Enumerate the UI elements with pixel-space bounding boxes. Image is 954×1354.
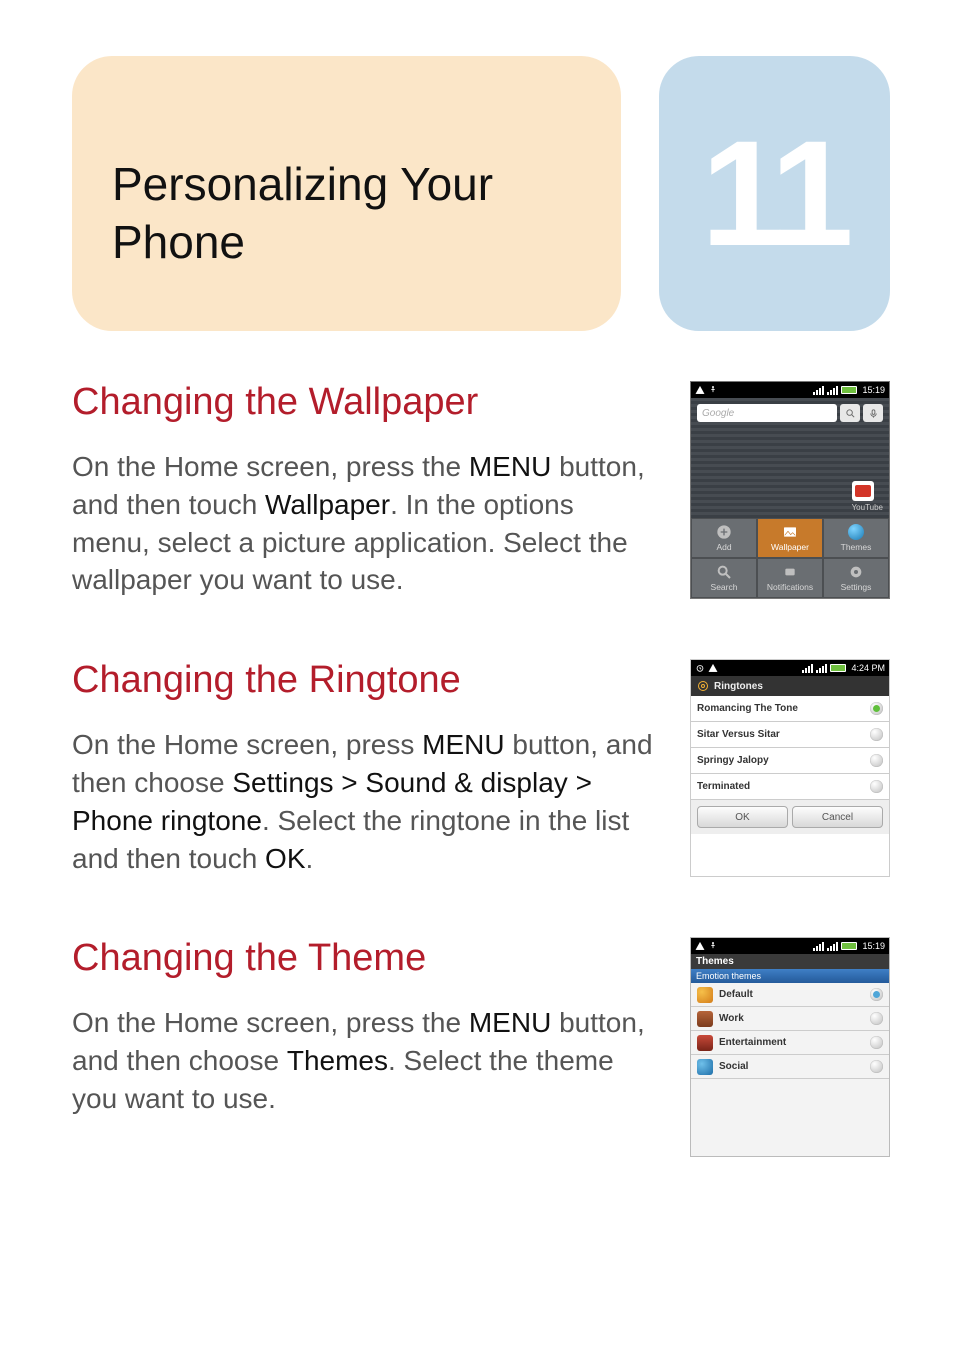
cancel-button[interactable]: Cancel [792, 806, 883, 828]
menu-notifications[interactable]: Notifications [757, 558, 823, 598]
signal-icon [816, 664, 827, 673]
youtube-label: YouTube [852, 503, 883, 512]
wallpaper-body: On the Home screen, press the MENU butto… [72, 448, 658, 599]
chapter-title: Personalizing Your Phone [112, 156, 581, 271]
signal-3g-icon [813, 942, 824, 951]
theme-entertainment-icon [697, 1035, 713, 1051]
signal-icon [827, 386, 838, 395]
status-bar: 4:24 PM [691, 660, 889, 676]
menu-themes[interactable]: Themes [823, 518, 889, 558]
status-time: 15:19 [862, 385, 885, 395]
menu-search-label: Search [711, 582, 738, 592]
menu-add-label: Add [716, 542, 731, 552]
chapter-head: Personalizing Your Phone 11 [72, 56, 890, 331]
ringtone-item[interactable]: Terminated [691, 774, 889, 800]
youtube-shortcut[interactable]: YouTube [852, 481, 883, 512]
ringtone-item[interactable]: Springy Jalopy [691, 748, 889, 774]
signal-3g-icon [813, 386, 824, 395]
screenshot-theme: 15:19 Themes Emotion themes Default Work… [690, 937, 890, 1157]
mic-icon [868, 408, 879, 419]
theme-work-icon [697, 1011, 713, 1027]
ringtones-header: Ringtones [691, 676, 889, 696]
theme-item[interactable]: Entertainment [691, 1031, 889, 1055]
screenshot-wallpaper: 15:19 Google YouTube [690, 381, 890, 599]
ringtone-icon [697, 680, 709, 692]
themes-icon [848, 524, 864, 540]
radio-icon [870, 780, 883, 793]
plus-icon [716, 524, 732, 540]
menu-settings[interactable]: Settings [823, 558, 889, 598]
menu-search[interactable]: Search [691, 558, 757, 598]
theme-item[interactable]: Work [691, 1007, 889, 1031]
theme-social-icon [697, 1059, 713, 1075]
wallpaper-heading: Changing the Wallpaper [72, 381, 658, 424]
chapter-number-card: 11 [659, 56, 890, 331]
radio-icon [870, 1012, 883, 1025]
radio-icon [870, 754, 883, 767]
menu-notifications-label: Notifications [767, 582, 813, 592]
section-wallpaper: Changing the Wallpaper On the Home scree… [72, 381, 890, 599]
radio-icon [870, 702, 883, 715]
options-menu: Add Wallpaper Themes Search Notification… [691, 518, 889, 598]
usb-icon [708, 385, 718, 395]
menu-themes-label: Themes [841, 542, 872, 552]
google-search-field[interactable]: Google [697, 404, 837, 422]
radio-icon [870, 988, 883, 1001]
menu-wallpaper[interactable]: Wallpaper [757, 518, 823, 558]
theme-heading: Changing the Theme [72, 937, 658, 980]
chapter-number: 11 [701, 107, 848, 280]
section-theme: Changing the Theme On the Home screen, p… [72, 937, 890, 1157]
menu-wallpaper-label: Wallpaper [771, 542, 809, 552]
home-screen: Google YouTube [691, 398, 889, 518]
search-button[interactable] [840, 404, 860, 422]
screenshot-ringtone: 4:24 PM Ringtones Romancing The Tone Sit… [690, 659, 890, 877]
radio-icon [870, 1036, 883, 1049]
signal-icon [827, 942, 838, 951]
section-ringtone: Changing the Ringtone On the Home screen… [72, 659, 890, 877]
gear-icon [848, 564, 864, 580]
image-icon [782, 524, 798, 540]
chapter-title-card: Personalizing Your Phone [72, 56, 621, 331]
themes-titlebar: Themes [691, 954, 889, 969]
usb-icon [708, 941, 718, 951]
theme-default-icon [697, 987, 713, 1003]
search-icon [716, 564, 732, 580]
ringtone-body: On the Home screen, press MENU button, a… [72, 726, 658, 877]
theme-item[interactable]: Default [691, 983, 889, 1007]
menu-add[interactable]: Add [691, 518, 757, 558]
status-time: 4:24 PM [851, 663, 885, 673]
ringtone-heading: Changing the Ringtone [72, 659, 658, 702]
youtube-icon [852, 481, 874, 501]
battery-icon [841, 386, 857, 394]
theme-item[interactable]: Social [691, 1055, 889, 1079]
warning-icon [708, 663, 718, 673]
signal-3g-icon [802, 664, 813, 673]
voice-button[interactable] [863, 404, 883, 422]
search-icon [845, 408, 856, 419]
status-bar: 15:19 [691, 938, 889, 954]
status-bar: 15:19 [691, 382, 889, 398]
battery-icon [830, 664, 846, 672]
ringtone-list: Romancing The Tone Sitar Versus Sitar Sp… [691, 696, 889, 800]
radio-icon [870, 1060, 883, 1073]
radio-icon [870, 728, 883, 741]
ringtone-item[interactable]: Romancing The Tone [691, 696, 889, 722]
status-time: 15:19 [862, 941, 885, 951]
themes-subheader: Emotion themes [691, 969, 889, 983]
warning-icon [695, 385, 705, 395]
menu-settings-label: Settings [841, 582, 872, 592]
ok-button[interactable]: OK [697, 806, 788, 828]
warning-icon [695, 941, 705, 951]
battery-icon [841, 942, 857, 950]
ringtone-item[interactable]: Sitar Versus Sitar [691, 722, 889, 748]
theme-body: On the Home screen, press the MENU butto… [72, 1004, 658, 1117]
theme-list: Default Work Entertainment Social [691, 983, 889, 1079]
notifications-icon [782, 564, 798, 580]
alarm-icon [695, 663, 705, 673]
